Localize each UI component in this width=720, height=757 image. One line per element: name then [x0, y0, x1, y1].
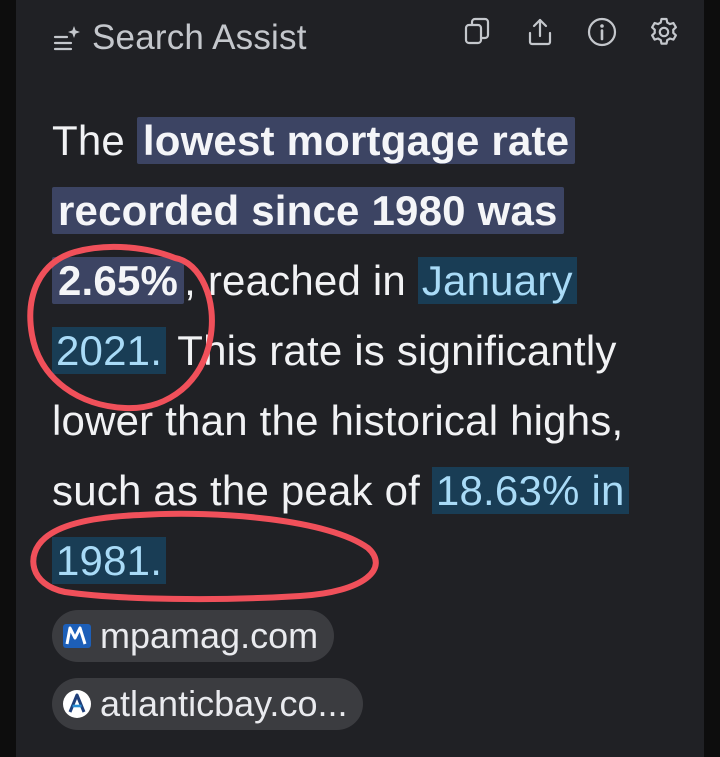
- mpa-logo-icon: [60, 619, 94, 653]
- copy-icon: [462, 16, 494, 48]
- answer-text: The lowest mortgage rate recorded since …: [52, 106, 652, 596]
- share-icon: [524, 16, 556, 48]
- source-label: mpamag.com: [100, 615, 319, 656]
- search-assist-panel: Search Assist The lowest mortgage rate r…: [16, 0, 704, 757]
- header-actions: [458, 14, 684, 50]
- page-title: Search Assist: [92, 18, 307, 57]
- sparkle-list-icon: [52, 23, 82, 53]
- header: Search Assist: [16, 0, 704, 80]
- answer-intro: The: [52, 117, 137, 164]
- answer-reached: , reached in: [184, 257, 418, 304]
- info-icon: [586, 16, 618, 48]
- gear-icon: [648, 16, 680, 48]
- atlanticbay-logo-icon: [60, 687, 94, 721]
- source-label: atlanticbay.co...: [100, 683, 348, 724]
- source-chip-mpamag[interactable]: mpamag.com: [52, 610, 335, 662]
- copy-button[interactable]: [458, 14, 498, 50]
- settings-button[interactable]: [644, 14, 684, 50]
- info-button[interactable]: [582, 14, 622, 50]
- title-group: Search Assist: [52, 18, 307, 58]
- share-button[interactable]: [520, 14, 560, 50]
- source-chip-atlanticbay[interactable]: atlanticbay.co...: [52, 678, 364, 730]
